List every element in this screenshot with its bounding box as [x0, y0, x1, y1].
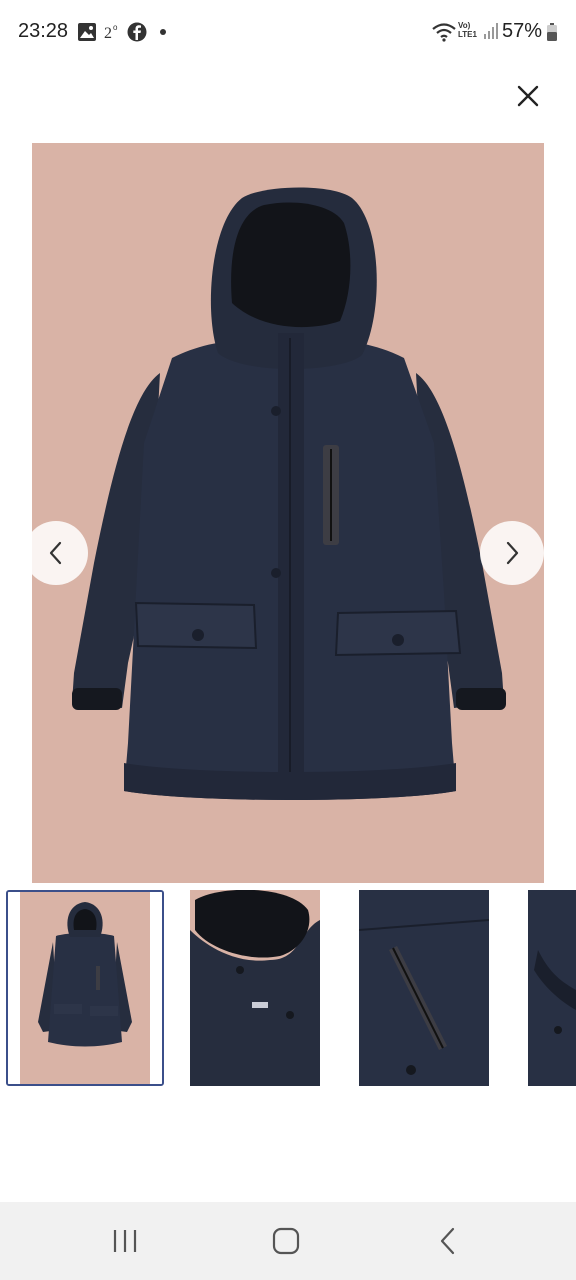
thumbnail-image — [359, 890, 489, 1086]
next-image-button[interactable] — [480, 521, 544, 585]
home-icon — [272, 1227, 300, 1255]
thumbnail-image — [8, 892, 162, 1084]
wifi-icon — [432, 23, 456, 42]
chevron-left-icon — [49, 541, 62, 565]
network-line-2: LTE1 — [458, 30, 477, 39]
chevron-right-icon — [506, 541, 519, 565]
jacket-image — [32, 143, 544, 883]
status-bar: 23:28 2 o Vo) LTE1 57% — [0, 0, 576, 64]
battery-icon — [547, 23, 557, 41]
status-time: 23:28 — [18, 20, 69, 42]
battery-percent: 57% — [501, 20, 542, 42]
thumbnail-image — [528, 890, 576, 1086]
close-icon — [517, 85, 539, 107]
recent-apps-button[interactable] — [95, 1218, 155, 1264]
back-button[interactable] — [418, 1218, 478, 1264]
thumbnail-strip — [0, 888, 576, 1088]
close-button[interactable] — [510, 78, 546, 114]
thumbnail-hood-detail[interactable] — [190, 890, 320, 1086]
image-icon — [78, 23, 96, 41]
home-button[interactable] — [256, 1218, 316, 1264]
previous-image-button[interactable] — [24, 521, 88, 585]
facebook-icon — [127, 22, 147, 42]
network-line-1: Vo) — [458, 21, 471, 30]
svg-text:2: 2 — [104, 25, 112, 42]
network-type: Vo) LTE1 — [458, 21, 477, 39]
thumbnail-image — [190, 890, 320, 1086]
signal-icon — [484, 23, 498, 39]
thumbnail-cuff-detail[interactable] — [528, 890, 576, 1086]
svg-text:o: o — [113, 23, 118, 32]
system-nav-bar — [0, 1202, 576, 1280]
back-icon — [440, 1227, 455, 1255]
main-product-image[interactable] — [32, 143, 544, 883]
temperature-icon: 2 o — [104, 23, 118, 42]
thumbnail-full-jacket[interactable] — [6, 890, 164, 1086]
recent-apps-icon — [113, 1230, 137, 1252]
thumbnail-zip-pocket-detail[interactable] — [359, 890, 489, 1086]
dot-icon — [160, 29, 166, 35]
